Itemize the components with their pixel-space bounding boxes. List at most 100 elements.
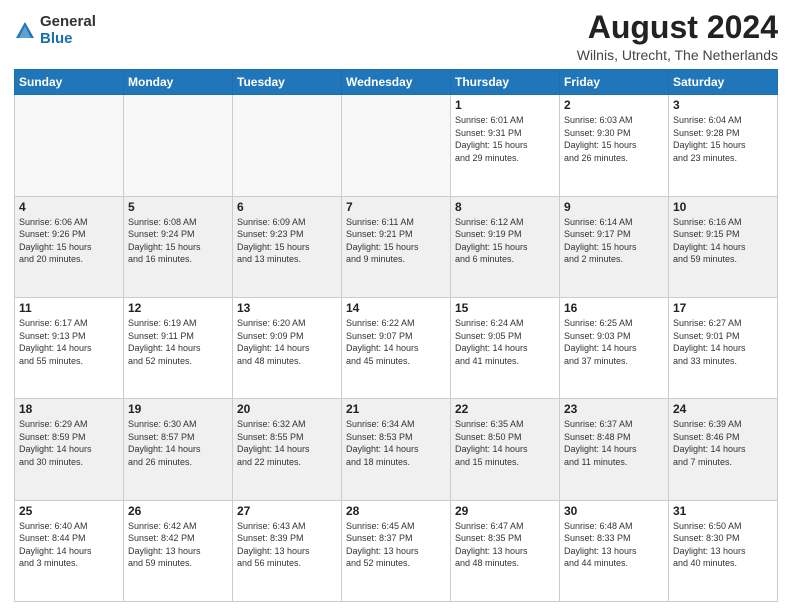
day-number: 20 <box>237 402 337 416</box>
calendar-cell: 18Sunrise: 6:29 AM Sunset: 8:59 PM Dayli… <box>15 399 124 500</box>
col-header-saturday: Saturday <box>669 70 778 95</box>
calendar-cell: 14Sunrise: 6:22 AM Sunset: 9:07 PM Dayli… <box>342 297 451 398</box>
calendar-cell: 8 Sunrise: 6:12 AM Sunset: 9:19 PM Daylig… <box>451 196 560 297</box>
day-info: Sunrise: 6:01 AM Sunset: 9:31 PM Dayligh… <box>455 114 555 164</box>
day-info: Sunrise: 6:19 AM Sunset: 9:11 PM Dayligh… <box>128 317 228 367</box>
col-header-sunday: Sunday <box>15 70 124 95</box>
calendar-cell: 3 Sunrise: 6:04 AM Sunset: 9:28 PM Daylig… <box>669 95 778 196</box>
calendar-cell: 11Sunrise: 6:17 AM Sunset: 9:13 PM Dayli… <box>15 297 124 398</box>
day-info: Sunrise: 6:43 AM Sunset: 8:39 PM Dayligh… <box>237 520 337 570</box>
calendar-cell: 1 Sunrise: 6:01 AM Sunset: 9:31 PM Daylig… <box>451 95 560 196</box>
day-number: 15 <box>455 301 555 315</box>
calendar-cell: 10 Sunrise: 6:16 AM Sunset: 9:15 PM Dayli… <box>669 196 778 297</box>
calendar-cell: 7Sunrise: 6:11 AM Sunset: 9:21 PM Daylig… <box>342 196 451 297</box>
day-info: Sunrise: 6:37 AM Sunset: 8:48 PM Dayligh… <box>564 418 664 468</box>
calendar-cell: 29 Sunrise: 6:47 AM Sunset: 8:35 PM Dayli… <box>451 500 560 601</box>
calendar-table: SundayMondayTuesdayWednesdayThursdayFrid… <box>14 69 778 602</box>
calendar-cell: 13Sunrise: 6:20 AM Sunset: 9:09 PM Dayli… <box>233 297 342 398</box>
calendar-cell: 27Sunrise: 6:43 AM Sunset: 8:39 PM Dayli… <box>233 500 342 601</box>
col-header-monday: Monday <box>124 70 233 95</box>
logo-general: General <box>40 14 96 31</box>
week-row-2: 4Sunrise: 6:06 AM Sunset: 9:26 PM Daylig… <box>15 196 778 297</box>
day-number: 12 <box>128 301 228 315</box>
calendar-cell: 19Sunrise: 6:30 AM Sunset: 8:57 PM Dayli… <box>124 399 233 500</box>
page: General Blue August 2024 Wilnis, Utrecht… <box>0 0 792 612</box>
day-number: 8 <box>455 200 555 214</box>
calendar-cell: 30Sunrise: 6:48 AM Sunset: 8:33 PM Dayli… <box>560 500 669 601</box>
logo-blue: Blue <box>40 31 96 48</box>
day-info: Sunrise: 6:48 AM Sunset: 8:33 PM Dayligh… <box>564 520 664 570</box>
calendar-cell: 9 Sunrise: 6:14 AM Sunset: 9:17 PM Daylig… <box>560 196 669 297</box>
day-number: 26 <box>128 504 228 518</box>
week-row-4: 18Sunrise: 6:29 AM Sunset: 8:59 PM Dayli… <box>15 399 778 500</box>
logo-icon <box>14 20 36 42</box>
day-number: 22 <box>455 402 555 416</box>
calendar-cell <box>124 95 233 196</box>
calendar-cell: 24Sunrise: 6:39 AM Sunset: 8:46 PM Dayli… <box>669 399 778 500</box>
col-header-tuesday: Tuesday <box>233 70 342 95</box>
day-info: Sunrise: 6:03 AM Sunset: 9:30 PM Dayligh… <box>564 114 664 164</box>
subtitle: Wilnis, Utrecht, The Netherlands <box>577 47 778 63</box>
day-info: Sunrise: 6:32 AM Sunset: 8:55 PM Dayligh… <box>237 418 337 468</box>
calendar-cell: 6Sunrise: 6:09 AM Sunset: 9:23 PM Daylig… <box>233 196 342 297</box>
calendar-header-row: SundayMondayTuesdayWednesdayThursdayFrid… <box>15 70 778 95</box>
day-info: Sunrise: 6:08 AM Sunset: 9:24 PM Dayligh… <box>128 216 228 266</box>
calendar-cell <box>342 95 451 196</box>
day-number: 10 <box>673 200 773 214</box>
col-header-wednesday: Wednesday <box>342 70 451 95</box>
day-info: Sunrise: 6:04 AM Sunset: 9:28 PM Dayligh… <box>673 114 773 164</box>
day-info: Sunrise: 6:22 AM Sunset: 9:07 PM Dayligh… <box>346 317 446 367</box>
day-info: Sunrise: 6:45 AM Sunset: 8:37 PM Dayligh… <box>346 520 446 570</box>
day-number: 25 <box>19 504 119 518</box>
day-number: 17 <box>673 301 773 315</box>
day-number: 1 <box>455 98 555 112</box>
calendar-cell <box>233 95 342 196</box>
col-header-friday: Friday <box>560 70 669 95</box>
calendar-cell: 26 Sunrise: 6:42 AM Sunset: 8:42 PM Dayli… <box>124 500 233 601</box>
day-info: Sunrise: 6:47 AM Sunset: 8:35 PM Dayligh… <box>455 520 555 570</box>
day-info: Sunrise: 6:09 AM Sunset: 9:23 PM Dayligh… <box>237 216 337 266</box>
calendar-cell: 23 Sunrise: 6:37 AM Sunset: 8:48 PM Dayli… <box>560 399 669 500</box>
day-info: Sunrise: 6:35 AM Sunset: 8:50 PM Dayligh… <box>455 418 555 468</box>
day-number: 3 <box>673 98 773 112</box>
day-number: 28 <box>346 504 446 518</box>
day-info: Sunrise: 6:25 AM Sunset: 9:03 PM Dayligh… <box>564 317 664 367</box>
calendar-cell: 15 Sunrise: 6:24 AM Sunset: 9:05 PM Dayli… <box>451 297 560 398</box>
calendar-cell: 28 Sunrise: 6:45 AM Sunset: 8:37 PM Dayli… <box>342 500 451 601</box>
calendar-cell <box>15 95 124 196</box>
calendar-cell: 21Sunrise: 6:34 AM Sunset: 8:53 PM Dayli… <box>342 399 451 500</box>
day-info: Sunrise: 6:14 AM Sunset: 9:17 PM Dayligh… <box>564 216 664 266</box>
day-number: 31 <box>673 504 773 518</box>
day-info: Sunrise: 6:40 AM Sunset: 8:44 PM Dayligh… <box>19 520 119 570</box>
day-number: 16 <box>564 301 664 315</box>
day-info: Sunrise: 6:27 AM Sunset: 9:01 PM Dayligh… <box>673 317 773 367</box>
calendar-cell: 12 Sunrise: 6:19 AM Sunset: 9:11 PM Dayli… <box>124 297 233 398</box>
logo-text: General Blue <box>40 14 96 47</box>
day-info: Sunrise: 6:42 AM Sunset: 8:42 PM Dayligh… <box>128 520 228 570</box>
calendar-cell: 22 Sunrise: 6:35 AM Sunset: 8:50 PM Dayli… <box>451 399 560 500</box>
calendar-cell: 16 Sunrise: 6:25 AM Sunset: 9:03 PM Dayli… <box>560 297 669 398</box>
calendar-cell: 25 Sunrise: 6:40 AM Sunset: 8:44 PM Dayli… <box>15 500 124 601</box>
day-number: 7 <box>346 200 446 214</box>
main-title: August 2024 <box>577 10 778 45</box>
day-number: 19 <box>128 402 228 416</box>
day-info: Sunrise: 6:24 AM Sunset: 9:05 PM Dayligh… <box>455 317 555 367</box>
day-info: Sunrise: 6:16 AM Sunset: 9:15 PM Dayligh… <box>673 216 773 266</box>
day-info: Sunrise: 6:50 AM Sunset: 8:30 PM Dayligh… <box>673 520 773 570</box>
title-block: August 2024 Wilnis, Utrecht, The Netherl… <box>577 10 778 63</box>
day-number: 9 <box>564 200 664 214</box>
day-number: 23 <box>564 402 664 416</box>
week-row-1: 1 Sunrise: 6:01 AM Sunset: 9:31 PM Daylig… <box>15 95 778 196</box>
day-info: Sunrise: 6:12 AM Sunset: 9:19 PM Dayligh… <box>455 216 555 266</box>
day-number: 18 <box>19 402 119 416</box>
week-row-3: 11Sunrise: 6:17 AM Sunset: 9:13 PM Dayli… <box>15 297 778 398</box>
header: General Blue August 2024 Wilnis, Utrecht… <box>14 10 778 63</box>
calendar-cell: 4Sunrise: 6:06 AM Sunset: 9:26 PM Daylig… <box>15 196 124 297</box>
day-number: 5 <box>128 200 228 214</box>
calendar-cell: 20 Sunrise: 6:32 AM Sunset: 8:55 PM Dayli… <box>233 399 342 500</box>
day-number: 29 <box>455 504 555 518</box>
day-info: Sunrise: 6:39 AM Sunset: 8:46 PM Dayligh… <box>673 418 773 468</box>
day-number: 4 <box>19 200 119 214</box>
day-info: Sunrise: 6:20 AM Sunset: 9:09 PM Dayligh… <box>237 317 337 367</box>
calendar-cell: 2Sunrise: 6:03 AM Sunset: 9:30 PM Daylig… <box>560 95 669 196</box>
